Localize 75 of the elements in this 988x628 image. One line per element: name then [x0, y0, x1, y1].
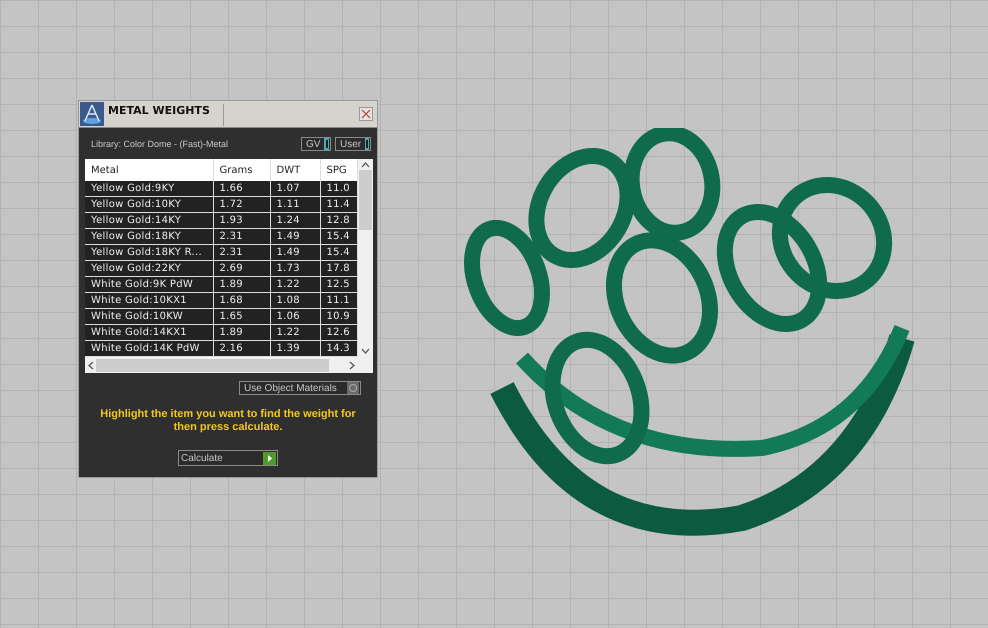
table-cell: 1.66	[213, 181, 270, 196]
table-cell: 1.08	[270, 292, 320, 308]
table-cell: 10.9	[320, 308, 357, 324]
table-cell: 1.72	[213, 196, 270, 212]
table-cell: 11.1	[320, 292, 357, 308]
table-cell: Yellow Gold:10KY	[85, 196, 213, 212]
calculate-button[interactable]: Calculate	[178, 450, 278, 466]
scroll-down-icon[interactable]	[360, 348, 370, 354]
table-row[interactable]: Yellow Gold:18KY R... 2.31 1.49 15.4	[85, 244, 357, 260]
table-row[interactable]: Yellow Gold:14KY 1.93 1.24 12.8	[85, 212, 357, 228]
column-header[interactable]: SPG	[320, 159, 357, 181]
table-row[interactable]: Yellow Gold:9KY 1.66 1.07 11.0	[85, 181, 357, 196]
table-cell: 12.5	[320, 276, 357, 292]
table-cell: 15.4	[320, 244, 357, 260]
horizontal-scrollbar[interactable]	[85, 357, 358, 373]
table-cell: Yellow Gold:22KY	[85, 260, 213, 276]
scroll-right-icon[interactable]	[348, 360, 354, 370]
table-cell: Yellow Gold:14KY	[85, 212, 213, 228]
table-row[interactable]: White Gold:14K PdW 2.16 1.39 14.3	[85, 340, 357, 356]
table-cell: 14.3	[320, 340, 357, 356]
table-cell: 1.07	[270, 181, 320, 196]
scroll-left-icon[interactable]	[88, 360, 94, 370]
table-row[interactable]: Yellow Gold:10KY 1.72 1.11 11.4	[85, 196, 357, 212]
table-cell: 17.8	[320, 260, 357, 276]
table-cell: 1.24	[270, 212, 320, 228]
table-cell: 1.49	[270, 228, 320, 244]
table-cell: 1.49	[270, 244, 320, 260]
table-cell: White Gold:14KX1	[85, 324, 213, 340]
table-cell: 1.22	[270, 276, 320, 292]
table-cell: 2.69	[213, 260, 270, 276]
table-cell: 1.68	[213, 292, 270, 308]
table-cell: 1.89	[213, 276, 270, 292]
app-logo-icon	[80, 102, 104, 126]
table-cell: 12.6	[320, 324, 357, 340]
scroll-up-icon[interactable]	[360, 162, 370, 168]
table-cell: 15.4	[320, 228, 357, 244]
table-row[interactable]: White Gold:14KX1 1.89 1.22 12.6	[85, 324, 357, 340]
table-cell: 1.22	[270, 324, 320, 340]
column-header[interactable]: Grams	[213, 159, 270, 181]
table-cell: Yellow Gold:9KY	[85, 181, 213, 196]
gv-toggle[interactable]: GV	[301, 137, 331, 151]
table-cell: 11.0	[320, 181, 357, 196]
use-object-materials-toggle[interactable]: Use Object Materials	[239, 381, 361, 395]
column-header[interactable]: DWT	[270, 159, 320, 181]
user-toggle[interactable]: User	[335, 137, 371, 151]
close-icon	[360, 108, 372, 120]
close-button[interactable]	[359, 107, 373, 121]
table-cell: 1.93	[213, 212, 270, 228]
table-cell: Yellow Gold:18KY R...	[85, 244, 213, 260]
table-cell: White Gold:10KX1	[85, 292, 213, 308]
table-cell: 1.06	[270, 308, 320, 324]
table-cell: White Gold:9K PdW	[85, 276, 213, 292]
instruction-text: Highlight the item you want to find the weight for then press calculate.	[99, 408, 357, 434]
table-cell: 1.73	[270, 260, 320, 276]
table-row[interactable]: Yellow Gold:18KY 2.31 1.49 15.4	[85, 228, 357, 244]
table-cell: 11.4	[320, 196, 357, 212]
table-cell: White Gold:10KW	[85, 308, 213, 324]
table-row[interactable]: White Gold:10KW 1.65 1.06 10.9	[85, 308, 357, 324]
table-row[interactable]: White Gold:10KX1 1.68 1.08 11.1	[85, 292, 357, 308]
library-label: Library: Color Dome - (Fast)-Metal	[91, 139, 230, 149]
table-cell: 12.8	[320, 212, 357, 228]
table-cell: 2.31	[213, 228, 270, 244]
table-cell: 1.39	[270, 340, 320, 356]
window-title: METAL WEIGHTS	[108, 104, 224, 126]
table-row[interactable]: White Gold:9K PdW 1.89 1.22 12.5	[85, 276, 357, 292]
table-cell: Yellow Gold:18KY	[85, 228, 213, 244]
table-cell: 1.11	[270, 196, 320, 212]
table-row[interactable]: Yellow Gold:22KY 2.69 1.73 17.8	[85, 260, 357, 276]
column-header[interactable]: Metal	[85, 159, 213, 181]
table-cell: 1.89	[213, 324, 270, 340]
vertical-scrollbar[interactable]	[358, 159, 372, 357]
table-cell: White Gold:14K PdW	[85, 340, 213, 356]
table-cell: 1.65	[213, 308, 270, 324]
table-cell: 2.31	[213, 244, 270, 260]
table-cell: 2.16	[213, 340, 270, 356]
